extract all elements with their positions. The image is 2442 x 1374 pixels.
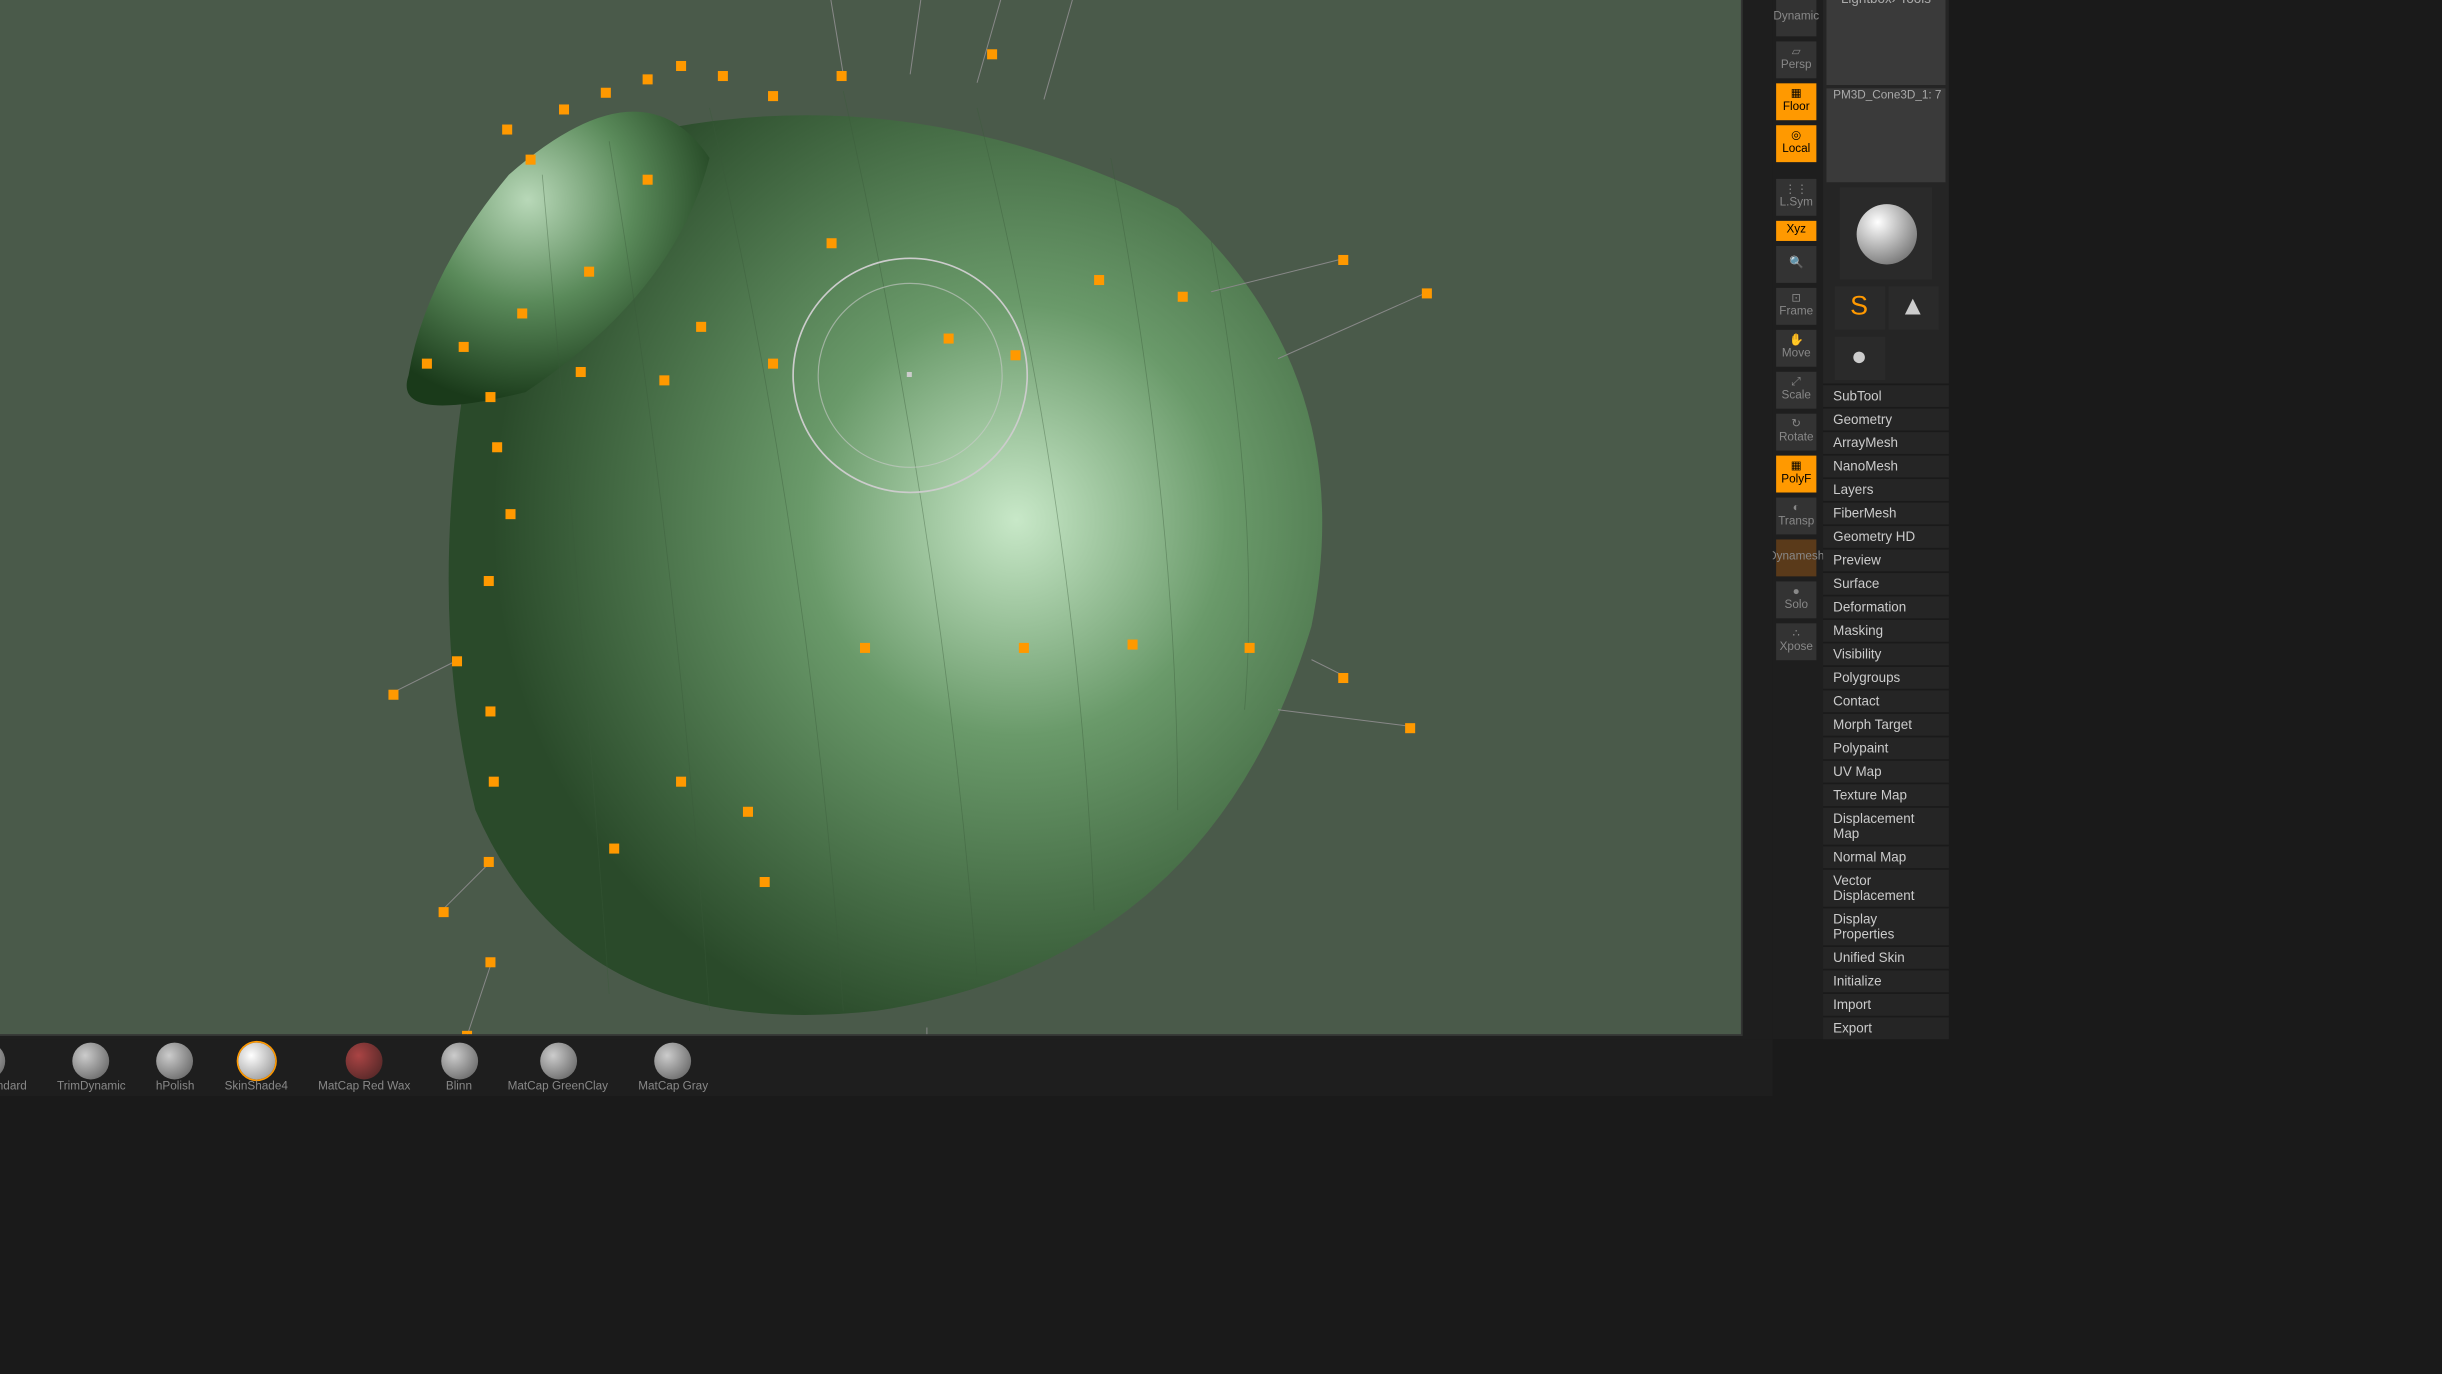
solo-button[interactable]: ●Solo [1776,581,1816,618]
section-contact[interactable]: Contact [1823,689,1949,712]
xyz-button[interactable]: Xyz [1776,221,1816,241]
section-preview[interactable]: Preview [1823,548,1949,571]
section-unified-skin[interactable]: Unified Skin [1823,945,1949,968]
section-nanomesh[interactable]: NanoMesh [1823,454,1949,477]
section-subtool[interactable]: SubTool [1823,384,1949,407]
brush-skinshade4[interactable]: SkinShade4 [225,1043,288,1093]
floor-button[interactable]: ▦Floor [1776,83,1816,120]
section-arraymesh[interactable]: ArrayMesh [1823,430,1949,453]
nav-scale-button[interactable]: ⤢Scale [1776,372,1816,409]
brush-matcap-greenclay[interactable]: MatCap GreenClay [508,1043,608,1093]
lightbox-tools-button[interactable]: Lightbox› Tools [1826,0,1945,84]
tool-thumb-cone[interactable]: ▲ [1888,286,1938,330]
section-geometry-hd[interactable]: Geometry HD [1823,524,1949,547]
current-tool-label: PM3D_Cone3D_1: 7 [1826,88,1945,183]
brush-hpolish[interactable]: hPolish [156,1043,195,1093]
local-button[interactable]: ◎Local [1776,125,1816,162]
section-export[interactable]: Export [1823,1016,1949,1039]
section-morph-target[interactable]: Morph Target [1823,712,1949,735]
section-vector-displacement[interactable]: Vector Displacement [1823,868,1949,907]
section-masking[interactable]: Masking [1823,618,1949,641]
frame-button[interactable]: ⊡Frame [1776,288,1816,325]
section-visibility[interactable]: Visibility [1823,642,1949,665]
brush-shelf: StandardClayClayBuildupMoveDam_StandardT… [0,1039,1773,1096]
polyf-button[interactable]: ▦PolyF [1776,456,1816,493]
section-display-properties[interactable]: Display Properties [1823,907,1949,946]
section-polypaint[interactable]: Polypaint [1823,736,1949,759]
tool-panel: Load Tool Save As Copy Tool Paste Import… [1823,0,1949,1039]
xpose-button[interactable]: ∴Xpose [1776,623,1816,660]
section-import[interactable]: Import [1823,992,1949,1015]
3d-viewport[interactable] [0,0,1743,1036]
section-fibermesh[interactable]: FiberMesh [1823,501,1949,524]
lsym-button[interactable]: ⋮⋮L.Sym [1776,179,1816,216]
section-normal-map[interactable]: Normal Map [1823,845,1949,868]
section-texture-map[interactable]: Texture Map [1823,783,1949,806]
nav-move-button[interactable]: ✋Move [1776,330,1816,367]
nav-rotate-button[interactable]: ↻Rotate [1776,414,1816,451]
brush-matcap-gray[interactable]: MatCap Gray [638,1043,708,1093]
section-initialize[interactable]: Initialize [1823,969,1949,992]
dynamesh-button[interactable]: Dynamesh [1776,539,1816,576]
section-polygroups[interactable]: Polygroups [1823,665,1949,688]
tool-thumb-pm3d[interactable]: ● [1834,337,1884,381]
zoom-button[interactable]: 🔍 [1776,246,1816,283]
section-uv-map[interactable]: UV Map [1823,759,1949,782]
persp-button[interactable]: ▱Persp [1776,41,1816,78]
section-surface[interactable]: Surface [1823,571,1949,594]
dynamic-view-button[interactable]: Dynamic [1776,0,1816,36]
viewport-mesh [0,0,1741,1034]
section-geometry[interactable]: Geometry [1823,407,1949,430]
section-layers[interactable]: Layers [1823,477,1949,500]
active-tool-thumbnail[interactable] [1840,187,1932,279]
canvas-area [0,0,1773,1039]
section-displacement-map[interactable]: Displacement Map [1823,806,1949,845]
brush-matcap-red-wax[interactable]: MatCap Red Wax [318,1043,410,1093]
brush-blinn[interactable]: Blinn [440,1043,477,1093]
brush-dam_standard[interactable]: Dam_Standard [0,1043,27,1093]
section-deformation[interactable]: Deformation [1823,595,1949,618]
transp-button[interactable]: ◐Transp [1776,498,1816,535]
right-icon-strip: ▣ SPix 3 ⊡Actual ⊟AAHalf Dynamic ▱Persp … [1773,0,1823,1039]
brush-trimdynamic[interactable]: TrimDynamic [57,1043,126,1093]
tool-thumb-simplebrush[interactable]: S [1834,286,1884,330]
